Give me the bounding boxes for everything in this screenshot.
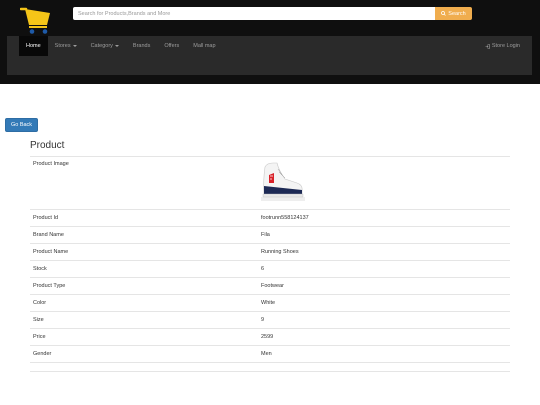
table-row: Product Id footrunn558124137 (30, 209, 510, 227)
table-row: Size 9 (30, 311, 510, 329)
store-login-link[interactable]: Store Login (485, 36, 520, 56)
row-label: Size (30, 311, 258, 329)
login-icon (485, 43, 490, 49)
table-row: Product Name Running Shoes (30, 243, 510, 261)
search-icon (441, 11, 447, 16)
row-label: Color (30, 294, 258, 312)
table-footer-row (30, 362, 510, 372)
table-row: Color White (30, 294, 510, 312)
page-title: Product (30, 140, 65, 151)
nav-item-offers[interactable]: Offers (157, 36, 186, 56)
row-label: Product Type (30, 277, 258, 295)
nav-menu: Home Stores Category Brands Offers Mall … (19, 36, 223, 56)
product-details-table: Product Image Product Id footrunn5581241… (30, 156, 510, 372)
row-label: Price (30, 328, 258, 346)
row-value: Running Shoes (258, 243, 510, 261)
table-row: Product Type Footwear (30, 277, 510, 295)
nav-item-label: Stores (54, 43, 71, 49)
nav-item-label: Mall map (193, 43, 216, 49)
nav-item-home[interactable]: Home (19, 36, 48, 56)
product-image-cell (258, 156, 510, 210)
search-button-label: Search (448, 10, 466, 17)
nav-item-label: Category (90, 43, 113, 49)
go-back-button[interactable]: Go Back (5, 118, 38, 132)
row-label: Gender (30, 345, 258, 363)
table-row: Product Image (30, 156, 510, 210)
nav-item-brands[interactable]: Brands (126, 36, 157, 56)
empty-cell (258, 362, 510, 372)
empty-cell (30, 362, 258, 372)
nav-item-stores[interactable]: Stores (48, 36, 84, 56)
nav-item-label: Offers (164, 43, 180, 49)
row-label: Brand Name (30, 226, 258, 244)
row-value: 9 (258, 311, 510, 329)
nav-item-category[interactable]: Category (84, 36, 126, 56)
row-value: 2599 (258, 328, 510, 346)
caret-down-icon (114, 45, 119, 47)
row-value: White (258, 294, 510, 312)
row-value: footrunn558124137 (258, 209, 510, 227)
row-label: Product Image (30, 156, 258, 210)
row-value: Men (258, 345, 510, 363)
top-header: Search Home Stores Category Brands Offer… (0, 0, 540, 84)
row-label: Product Name (30, 243, 258, 261)
shopping-cart-logo[interactable] (20, 7, 52, 35)
table-row: Stock 6 (30, 260, 510, 278)
search-bar: Search (73, 7, 472, 20)
table-row: Brand Name Fila (30, 226, 510, 244)
search-button[interactable]: Search (435, 7, 472, 20)
nav-item-label: Brands (132, 43, 151, 49)
store-login-label: Store Login (491, 43, 520, 49)
nav-item-mall-map[interactable]: Mall map (186, 36, 222, 56)
navbar: Home Stores Category Brands Offers Mall … (7, 36, 532, 75)
row-label: Stock (30, 260, 258, 278)
caret-down-icon (72, 45, 77, 47)
row-value: Footwear (258, 277, 510, 295)
search-input[interactable] (73, 7, 435, 20)
product-shoe-image (261, 162, 305, 201)
nav-item-label: Home (26, 43, 41, 49)
row-value: Fila (258, 226, 510, 244)
table-row: Gender Men (30, 345, 510, 363)
row-label: Product Id (30, 209, 258, 227)
table-row: Price 2599 (30, 328, 510, 346)
row-value: 6 (258, 260, 510, 278)
